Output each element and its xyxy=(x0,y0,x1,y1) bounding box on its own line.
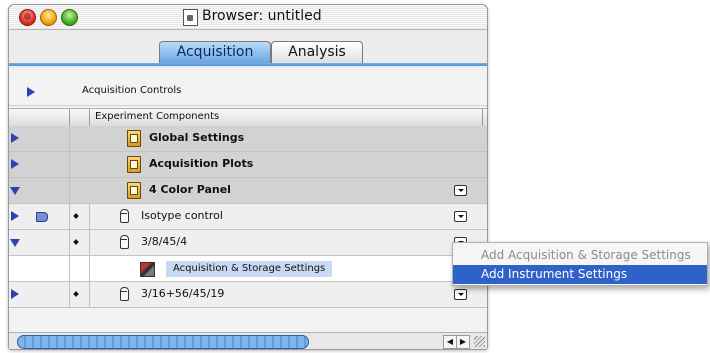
settings-icon xyxy=(140,262,155,277)
close-window-button[interactable] xyxy=(19,9,36,26)
acquisition-controls-row[interactable]: Acquisition Controls xyxy=(9,79,487,106)
tab-acquisition[interactable]: Acquisition xyxy=(159,41,271,64)
menu-item-add-acquisition-storage-settings[interactable]: Add Acquisition & Storage Settings xyxy=(453,246,707,265)
marker-icon xyxy=(73,213,79,219)
row-label: Global Settings xyxy=(149,131,245,144)
folder-icon xyxy=(127,156,141,173)
disclosure-triangle-icon[interactable] xyxy=(27,87,35,97)
popup-menu-button[interactable] xyxy=(454,211,467,222)
tab-analysis[interactable]: Analysis xyxy=(271,41,363,64)
scroll-right-arrow-icon[interactable]: ▶ xyxy=(456,335,470,349)
table-row[interactable]: Isotype control xyxy=(9,204,487,230)
marker-icon xyxy=(73,291,79,297)
row-label: 3/16+56/45/19 xyxy=(141,287,225,300)
disclosure-triangle-icon[interactable] xyxy=(11,159,19,169)
resize-grip-icon[interactable] xyxy=(474,336,485,347)
marker-icon xyxy=(73,239,79,245)
tube-icon xyxy=(120,287,129,301)
popup-menu-button[interactable] xyxy=(454,289,467,300)
row-label: 4 Color Panel xyxy=(149,183,231,196)
tag-icon xyxy=(36,212,48,222)
row-label[interactable]: Acquisition & Storage Settings xyxy=(166,261,333,277)
scroll-thumb[interactable] xyxy=(17,335,309,349)
zoom-window-button[interactable] xyxy=(61,9,78,26)
experiment-components-table: Global Settings Acquisition Plots 4 Colo… xyxy=(9,126,487,308)
disclosure-triangle-icon[interactable] xyxy=(10,239,20,247)
menu-item-add-instrument-settings[interactable]: Add Instrument Settings xyxy=(453,265,707,284)
table-row[interactable]: 3/16+56/45/19 xyxy=(9,282,487,308)
tube-icon xyxy=(120,209,129,223)
table-row[interactable]: Global Settings xyxy=(9,126,487,152)
table-row[interactable]: 4 Color Panel xyxy=(9,178,487,204)
context-menu: Add Acquisition & Storage Settings Add I… xyxy=(452,242,708,286)
experiment-components-header[interactable]: Experiment Components xyxy=(95,111,219,122)
disclosure-triangle-icon[interactable] xyxy=(11,289,19,299)
folder-icon xyxy=(127,182,141,199)
row-label: 3/8/45/4 xyxy=(141,235,188,248)
horizontal-scrollbar[interactable]: ◀ ▶ xyxy=(9,332,487,349)
table-row[interactable]: 3/8/45/4 xyxy=(9,230,487,256)
disclosure-triangle-icon[interactable] xyxy=(11,133,19,143)
folder-icon xyxy=(127,130,141,147)
row-label: Acquisition Plots xyxy=(149,157,254,170)
window-title: Browser: untitled xyxy=(202,8,322,24)
title-bar[interactable]: Browser: untitled xyxy=(9,5,487,30)
tab-divider xyxy=(9,63,487,66)
popup-menu-button[interactable] xyxy=(454,185,467,196)
acquisition-controls-label: Acquisition Controls xyxy=(82,85,182,96)
browser-window: Browser: untitled Acquisition Analysis A… xyxy=(8,4,488,350)
minimize-window-button[interactable] xyxy=(40,9,57,26)
tube-icon xyxy=(120,235,129,249)
table-row[interactable]: Acquisition & Storage Settings xyxy=(9,256,487,282)
table-row[interactable]: Acquisition Plots xyxy=(9,152,487,178)
disclosure-triangle-icon[interactable] xyxy=(10,187,20,195)
row-label: Isotype control xyxy=(141,209,223,222)
table-column-header: Experiment Components xyxy=(9,108,487,127)
document-icon xyxy=(183,9,198,26)
scroll-left-arrow-icon[interactable]: ◀ xyxy=(443,335,457,349)
disclosure-triangle-icon[interactable] xyxy=(11,211,19,221)
